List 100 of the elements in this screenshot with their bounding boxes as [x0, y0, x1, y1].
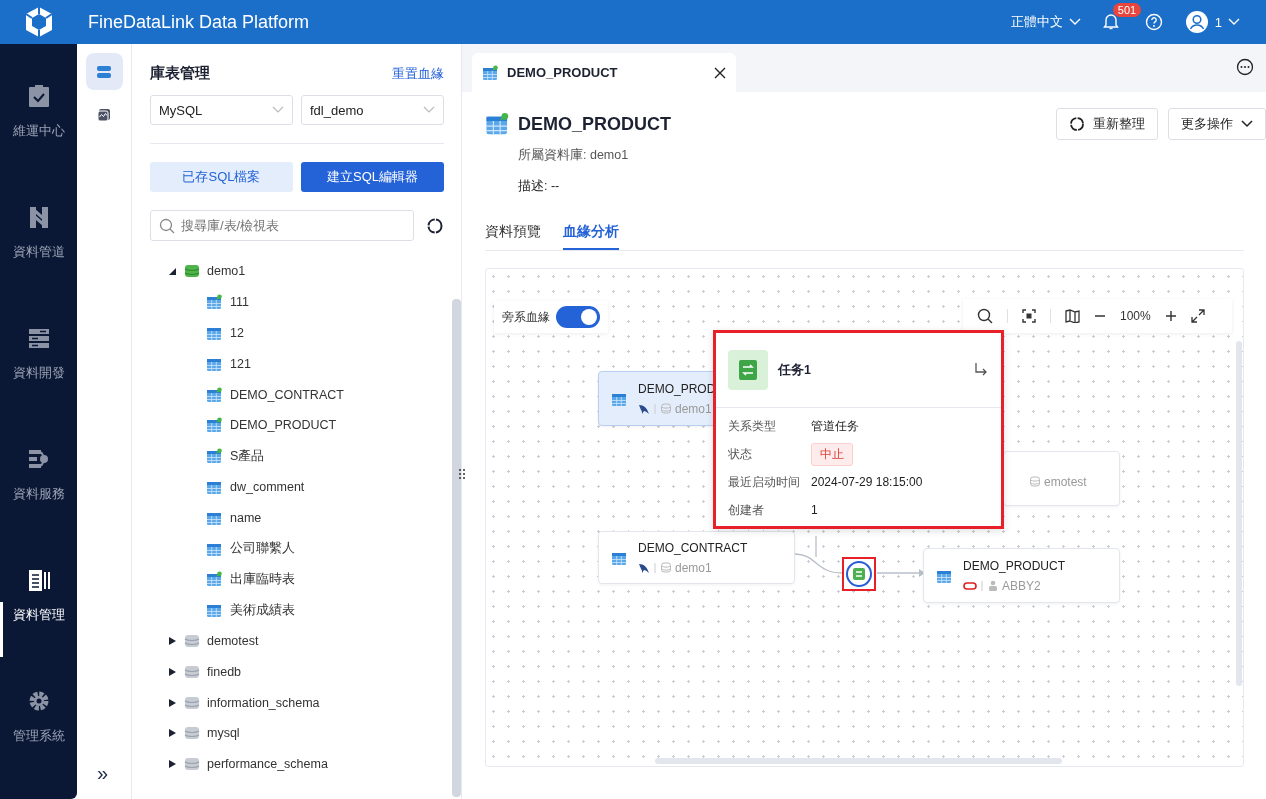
nav-item[interactable]: 維運中心: [0, 60, 77, 181]
scrollbar[interactable]: [655, 758, 1062, 764]
status-tag: 中止: [811, 442, 853, 466]
caret-right-icon: [167, 728, 177, 739]
dolphin-icon: [638, 561, 650, 574]
jump-arrow-icon[interactable]: [973, 362, 989, 378]
tree-item[interactable]: 出庫臨時表: [150, 563, 444, 595]
synced-table-icon: [482, 64, 499, 81]
database-icon: [184, 756, 200, 773]
refresh-icon[interactable]: [426, 216, 444, 235]
help-icon[interactable]: [1144, 13, 1163, 31]
scrollbar[interactable]: [1236, 341, 1242, 686]
chevron-down-icon: [272, 106, 284, 114]
tree-item[interactable]: 121: [150, 348, 444, 380]
node-source: demo1: [675, 560, 712, 575]
field-label: 创建者: [728, 501, 765, 519]
nav-item[interactable]: 資料管理: [0, 544, 77, 665]
expand-toggle[interactable]: »: [97, 762, 109, 785]
caret-right-icon: [167, 759, 177, 770]
field-value: 2024-07-29 18:15:00: [811, 475, 923, 489]
document-list-icon: [26, 568, 51, 592]
tree-item[interactable]: demo1: [150, 256, 444, 287]
tree-item[interactable]: DEMO_CONTRACT: [150, 379, 444, 410]
database-icon: [184, 725, 200, 742]
dropdown-select[interactable]: MySQL: [150, 95, 293, 125]
node-source: emotest: [1044, 474, 1087, 489]
language-menu[interactable]: 正體中文: [1010, 13, 1081, 31]
tree-item[interactable]: 公司聯繫人: [150, 533, 444, 564]
map-icon[interactable]: [1065, 309, 1080, 323]
caret-right-icon: [167, 697, 177, 708]
task-node[interactable]: [842, 557, 876, 591]
drag-handle-icon[interactable]: [458, 468, 466, 480]
user-menu[interactable]: 1: [1184, 10, 1240, 34]
scrollbar[interactable]: [452, 299, 461, 797]
app-title: FineDataLink Data Platform: [88, 11, 311, 33]
chevron-down-icon: [1241, 120, 1253, 128]
tree-item[interactable]: S產品: [150, 440, 444, 472]
fit-view-icon[interactable]: [1022, 309, 1036, 323]
notification-badge: 501: [1112, 3, 1142, 17]
table-node[interactable]: DEMO_PRODUCT ABBY2: [923, 548, 1120, 603]
refresh-icon: [1069, 116, 1085, 132]
caret-right-icon: [167, 635, 177, 646]
tree-item[interactable]: performance_schema: [150, 748, 444, 780]
task-glyph-icon: [737, 359, 759, 381]
caret-right-icon: [167, 666, 177, 677]
create-editor-button[interactable]: 建立SQL編輯器: [301, 162, 444, 192]
field-label: 最近启动时间: [728, 473, 801, 491]
bell-icon[interactable]: [1102, 12, 1119, 30]
tree-item[interactable]: 美術成績表: [150, 594, 444, 626]
tree-item[interactable]: 111: [150, 286, 444, 318]
zoom-in-icon[interactable]: [1164, 310, 1177, 322]
nav-item[interactable]: 資料服務: [0, 423, 77, 544]
synced-table-icon: [485, 112, 510, 136]
user-group-icon: [988, 580, 998, 591]
tree-item[interactable]: 12: [150, 317, 444, 349]
dolphin-icon: [638, 402, 650, 415]
saved-files-button[interactable]: 已存SQL檔案: [150, 162, 293, 192]
field-label: 状态: [728, 445, 753, 463]
chevron-down-icon: [423, 106, 435, 114]
dropdown-select[interactable]: fdl_demo: [301, 95, 444, 125]
node-title: DEMO_PRODUCT: [963, 558, 1065, 573]
search-box[interactable]: 搜尋庫/表/檢視表: [150, 210, 414, 241]
avatar-icon: [1184, 10, 1209, 34]
database-icon: [184, 663, 200, 680]
database-label: 所屬資料庫: demo1: [518, 147, 630, 164]
tree-item[interactable]: information_schema: [150, 687, 444, 718]
connector-arrow: [877, 568, 925, 578]
database-icon: [184, 263, 200, 280]
more-actions-button[interactable]: 更多操作: [1168, 108, 1266, 140]
tree-item[interactable]: dw_comment: [150, 471, 444, 503]
database-icon: [661, 403, 671, 414]
chart-window-icon: [97, 107, 111, 122]
tree-item[interactable]: demotest: [150, 625, 444, 657]
tree-item[interactable]: finedb: [150, 656, 444, 688]
search-icon[interactable]: [977, 308, 993, 324]
refresh-button[interactable]: 重新整理: [1056, 108, 1158, 140]
nav-item[interactable]: 資料管道: [0, 181, 77, 302]
tab[interactable]: 血緣分析: [563, 221, 619, 250]
node-source: ABBY2: [1002, 578, 1041, 593]
tree-item[interactable]: name: [150, 502, 444, 534]
node-title: DEMO_PROD: [638, 381, 716, 396]
field-value: 管道任务: [811, 417, 859, 435]
reset-lineage-link[interactable]: 重置血緣: [392, 64, 444, 83]
nav-item[interactable]: 資料開發: [0, 302, 77, 423]
server-icon: [26, 326, 51, 350]
close-icon[interactable]: [714, 66, 726, 79]
chevron-down-icon: [1228, 18, 1240, 26]
tab[interactable]: 資料預覽: [485, 221, 541, 250]
tree-item[interactable]: DEMO_PRODUCT: [150, 410, 444, 441]
fullscreen-icon[interactable]: [1190, 309, 1205, 323]
field-value: 1: [811, 503, 818, 517]
search-icon: [159, 217, 175, 234]
table-node[interactable]: DEMO_CONTRACT demo1: [598, 531, 795, 584]
task-icon: [852, 567, 866, 581]
toggle-switch[interactable]: [556, 306, 600, 328]
more-icon[interactable]: [1236, 58, 1254, 76]
document-tab[interactable]: DEMO_PRODUCT: [472, 53, 736, 92]
nav-item[interactable]: 管理系統: [0, 665, 77, 786]
database-tab[interactable]: [85, 53, 123, 90]
tree-item[interactable]: mysql: [150, 717, 444, 749]
